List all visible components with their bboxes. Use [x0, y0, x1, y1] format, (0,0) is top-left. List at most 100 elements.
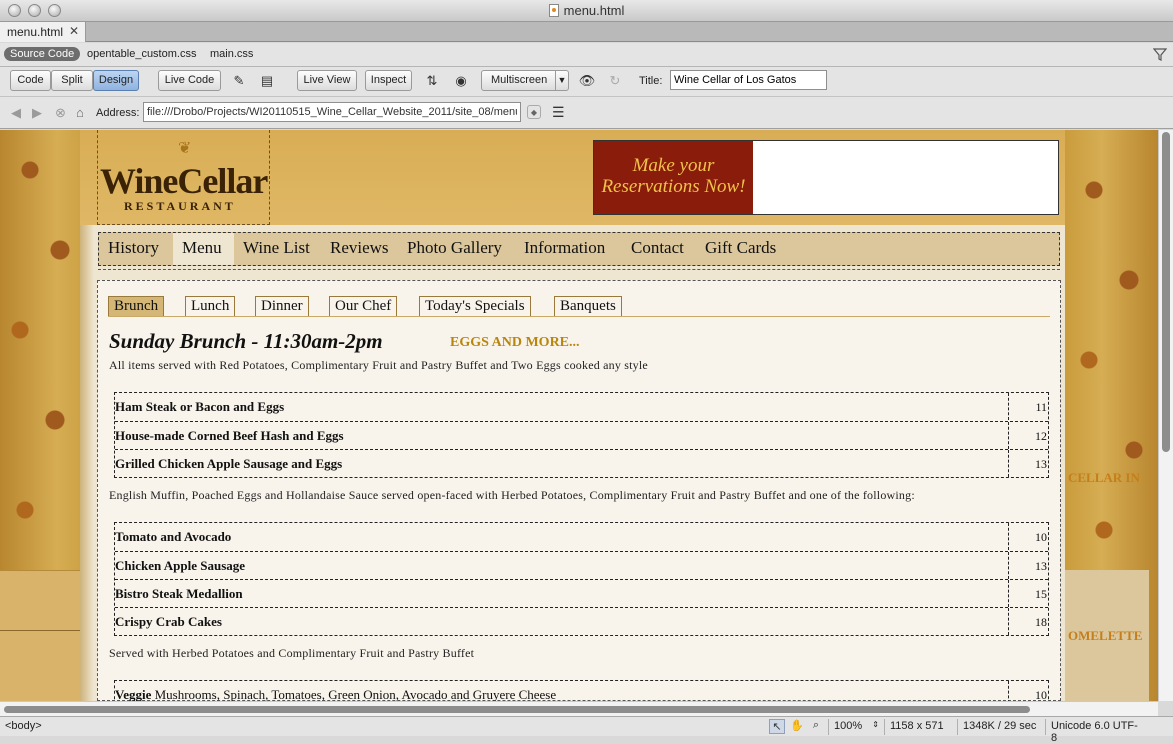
address-field[interactable]: [143, 102, 521, 122]
table-row: Ham Steak or Bacon and Eggs 11: [115, 393, 1048, 421]
grape-leaf-icon: ❦: [178, 140, 192, 157]
intro-text-omelettes: Served with Herbed Potatoes and Complime…: [109, 646, 475, 660]
item-price: 13: [1008, 450, 1048, 477]
zoom-level-select[interactable]: 100% ⇕: [828, 719, 882, 735]
window-title: menu.html: [0, 3, 1173, 18]
nav-wine-list[interactable]: Wine List: [234, 233, 319, 265]
section-subheading: EGGS AND MORE...: [450, 335, 580, 350]
nav-reviews[interactable]: Reviews: [321, 233, 398, 265]
file-transfer-icon[interactable]: ⇅: [423, 73, 441, 89]
table-row: House-made Corned Beef Hash and Eggs 12: [115, 421, 1048, 449]
table-row: Tomato and Avocado 10: [115, 523, 1048, 551]
item-price: 10: [1008, 681, 1048, 701]
preview-browser-icon[interactable]: ◉: [452, 73, 470, 89]
item-price: 18: [1008, 608, 1048, 635]
subtab-banquets[interactable]: Banquets: [554, 296, 622, 317]
zoom-tool-icon[interactable]: ⌕: [808, 719, 824, 734]
intro-text-eggs: All items served with Red Potatoes, Comp…: [109, 358, 648, 372]
title-label: Title:: [639, 75, 663, 87]
table-row: Crispy Crab Cakes 18: [115, 607, 1048, 635]
live-code-button[interactable]: Live Code: [158, 70, 221, 91]
horizontal-scrollbar[interactable]: [0, 701, 1158, 716]
subtab-brunch[interactable]: Brunch: [108, 296, 165, 317]
item-price: 11: [1008, 393, 1048, 420]
vertical-scroll-thumb[interactable]: [1162, 132, 1170, 452]
encoding-label: Unicode 6.0 UTF-8: [1045, 719, 1145, 744]
live-view-button[interactable]: Live View: [297, 70, 357, 91]
brunch-heading: Sunday Brunch - 11:30am-2pm: [109, 329, 383, 353]
stop-icon[interactable]: ⊗: [55, 105, 66, 121]
nav-history[interactable]: History: [99, 233, 168, 265]
document-tab-label: menu.html: [7, 25, 64, 39]
nav-gift-cards[interactable]: Gift Cards: [696, 233, 785, 265]
filter-icon[interactable]: [1153, 47, 1167, 61]
hand-tool-icon[interactable]: ✋: [789, 719, 805, 734]
item-price: 15: [1008, 580, 1048, 607]
subtab-todays-specials[interactable]: Today's Specials: [419, 296, 531, 317]
subtab-lunch[interactable]: Lunch: [185, 296, 236, 317]
table-row: Bistro Steak Medallion 15: [115, 579, 1048, 607]
back-icon[interactable]: ◀: [11, 105, 21, 121]
forward-icon[interactable]: ▶: [32, 105, 42, 121]
subtab-our-chef[interactable]: Our Chef: [329, 296, 398, 317]
multiscreen-button[interactable]: Multiscreen ▼: [481, 70, 569, 91]
site-logo[interactable]: ❦ WineCellar RESTAURANT: [97, 130, 270, 225]
window-size-select[interactable]: 1158 x 571: [884, 719, 957, 735]
horizontal-scroll-thumb[interactable]: [4, 706, 1030, 713]
close-tab-icon[interactable]: ✕: [69, 24, 79, 38]
right-side-text: CELLAR IN: [1068, 470, 1140, 485]
related-files-bar: Source Code opentable_custom.css main.cs…: [0, 43, 1173, 67]
item-name: Chicken Apple Sausage: [115, 558, 246, 573]
status-bar: <body> ↖ ✋ ⌕ 100% ⇕ 1158 x 571 1348K / 29…: [0, 716, 1173, 744]
select-tool-icon[interactable]: ↖: [769, 719, 785, 734]
nav-contact[interactable]: Contact: [622, 233, 693, 265]
table-row: Veggie Mushrooms, Spinach, Tomatoes, Gre…: [115, 681, 1048, 701]
item-price: 10: [1008, 523, 1048, 550]
nav-menu[interactable]: Menu: [173, 233, 234, 265]
page-title-field[interactable]: [670, 70, 827, 90]
browser-options-icon[interactable]: ☰: [552, 104, 565, 121]
window-titlebar: menu.html: [0, 0, 1173, 22]
related-file-opentable-css[interactable]: opentable_custom.css: [87, 48, 196, 60]
item-name: Veggie Mushrooms, Spinach, Tomatoes, Gre…: [115, 687, 556, 701]
address-dropdown-icon[interactable]: ◆: [527, 105, 541, 119]
document-tabbar: menu.html ✕: [0, 22, 1173, 42]
split-view-button[interactable]: Split: [51, 70, 93, 91]
item-name: Crispy Crab Cakes: [115, 614, 222, 629]
document-toolbar: Code Split Design Live Code ✎ ▤ Live Vie…: [0, 67, 1173, 97]
chevron-down-icon[interactable]: ▼: [555, 71, 568, 90]
design-view-canvas[interactable]: CELLAR IN OMELETTE ❦ WineCellar RESTAURA…: [0, 130, 1158, 701]
item-description: Mushrooms, Spinach, Tomatoes, Green Onio…: [151, 687, 557, 701]
nav-divider: [98, 269, 1060, 270]
item-name: Ham Steak or Bacon and Eggs: [115, 399, 285, 414]
nav-information[interactable]: Information: [515, 233, 614, 265]
refresh-icon[interactable]: ↻: [606, 73, 624, 89]
source-code-tab[interactable]: Source Code: [4, 47, 81, 61]
subtab-dinner[interactable]: Dinner: [255, 296, 309, 317]
reservations-banner[interactable]: Make your Reservations Now!: [593, 140, 1059, 215]
download-size: 1348K / 29 sec: [957, 719, 1045, 735]
nav-photo-gallery[interactable]: Photo Gallery: [398, 233, 511, 265]
window-size-value: 1158 x 571: [890, 720, 944, 732]
related-file-main-css[interactable]: main.css: [210, 48, 253, 60]
multiscreen-label: Multiscreen: [491, 74, 548, 86]
vertical-scrollbar[interactable]: [1158, 130, 1173, 701]
design-view-button[interactable]: Design: [93, 70, 139, 91]
code-view-button[interactable]: Code: [10, 70, 51, 91]
visual-aids-icon[interactable]: 👁: [578, 73, 596, 89]
menu-table-benedict: Tomato and Avocado 10 Chicken Apple Sausa…: [114, 522, 1049, 636]
home-icon[interactable]: ⌂: [76, 105, 84, 120]
menu-table-omelettes: Veggie Mushrooms, Spinach, Tomatoes, Gre…: [114, 680, 1049, 701]
tag-selector[interactable]: <body>: [5, 720, 42, 732]
item-name-bold: Veggie: [115, 687, 152, 701]
document-tab[interactable]: menu.html ✕: [0, 22, 86, 42]
validate-markup-icon[interactable]: ▤: [258, 73, 276, 89]
html-file-icon: [548, 4, 559, 17]
inspect-button[interactable]: Inspect: [365, 70, 412, 91]
check-compatibility-icon[interactable]: ✎: [230, 73, 248, 89]
promo-line-1: Make your: [632, 155, 715, 176]
table-row: Chicken Apple Sausage 13: [115, 551, 1048, 579]
item-name: Grilled Chicken Apple Sausage and Eggs: [115, 456, 343, 471]
promo-line-2: Reservations Now!: [601, 176, 746, 197]
item-name: House-made Corned Beef Hash and Eggs: [115, 428, 344, 443]
